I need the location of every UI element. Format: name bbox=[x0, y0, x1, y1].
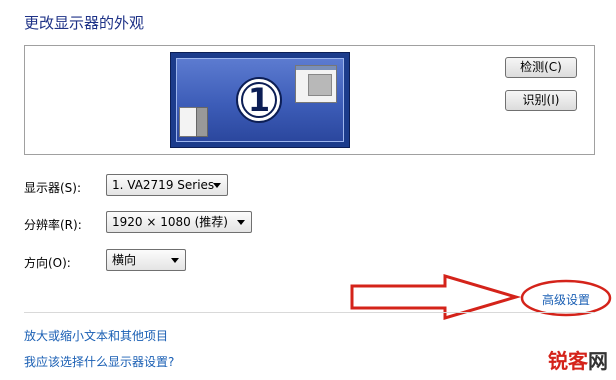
divider bbox=[24, 312, 595, 313]
watermark-logo: 锐客网 bbox=[548, 349, 608, 373]
advanced-settings-link[interactable]: 高级设置 bbox=[542, 291, 590, 308]
text-size-link[interactable]: 放大或缩小文本和其他项目 bbox=[24, 327, 168, 344]
annotation-arrow-icon bbox=[350, 273, 612, 321]
which-settings-link[interactable]: 我应该选择什么显示器设置? bbox=[24, 353, 174, 370]
